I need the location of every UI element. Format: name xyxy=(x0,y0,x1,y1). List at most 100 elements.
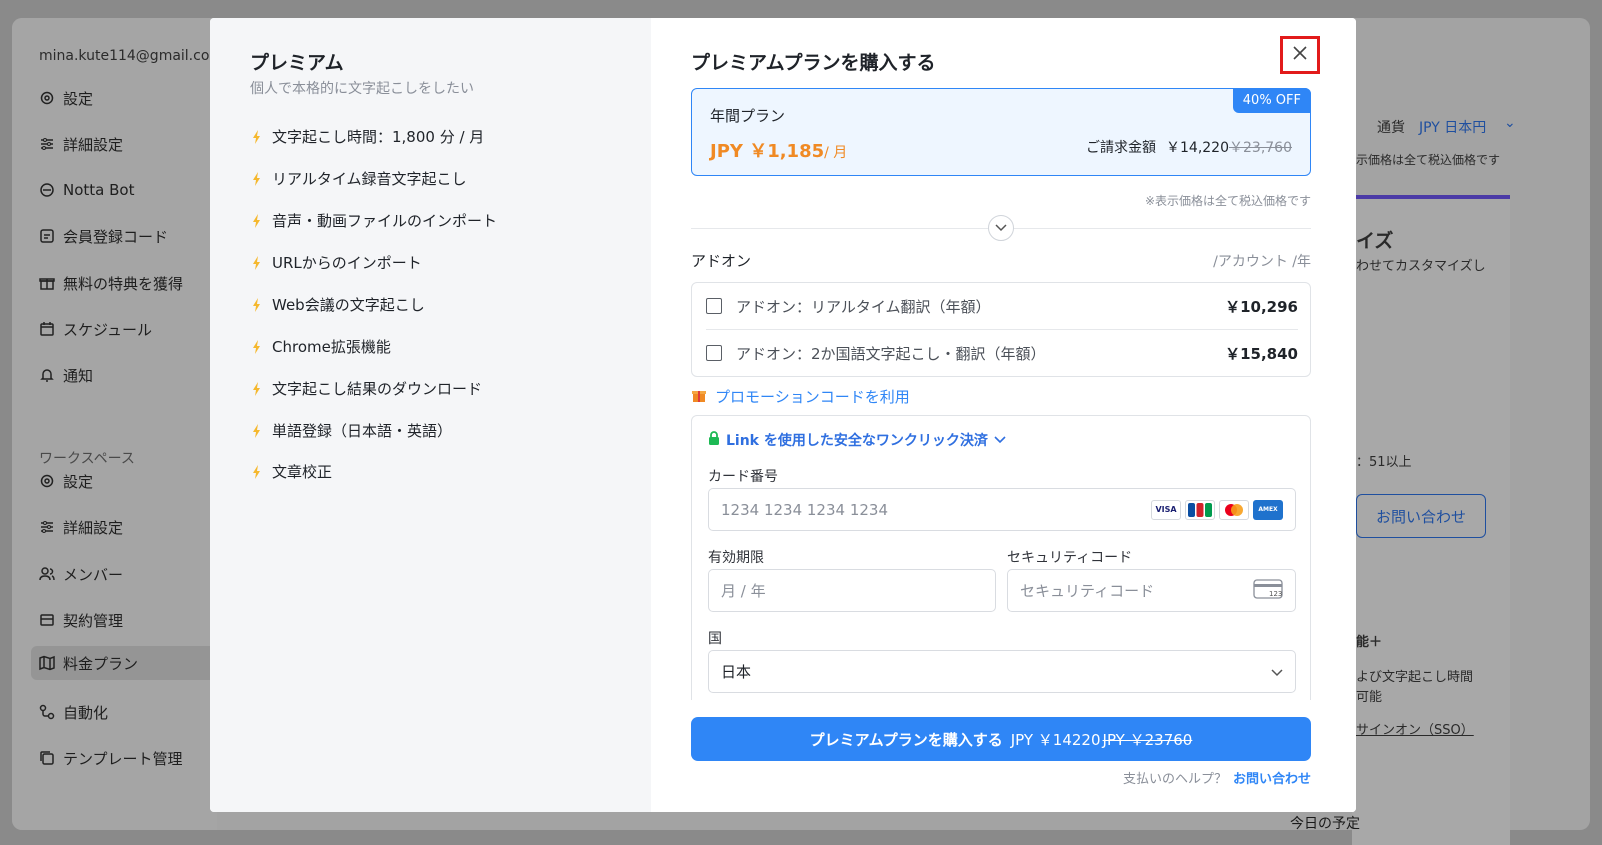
bg-contact-button[interactable]: お問い合わせ xyxy=(1356,494,1486,538)
sidebar-item-label: 自動化 xyxy=(63,703,109,722)
members-icon xyxy=(39,566,55,582)
feature-item: 文字起こし結果のダウンロード xyxy=(250,378,482,399)
plan-total: ご請求金額 ￥14,220 ￥23,760 xyxy=(1086,137,1292,157)
sidebar-item-contract[interactable]: 契約管理 xyxy=(39,603,229,637)
sliders-icon xyxy=(39,136,55,152)
feature-label: 文章校正 xyxy=(272,463,333,481)
chevron-down-icon xyxy=(994,432,1006,448)
addon-list: アドオン：リアルタイム翻訳（年額） ￥10,296 アドオン：2か国語文字起こし… xyxy=(691,282,1311,377)
country-select[interactable]: 日本 xyxy=(708,650,1296,693)
sidebar-item-pricing-plan[interactable]: 料金プラン xyxy=(31,646,231,680)
bell-icon xyxy=(39,367,55,383)
sidebar-item-notta-bot[interactable]: Notta Bot xyxy=(39,173,229,207)
bg-sso-link[interactable]: サインオン（SSO） xyxy=(1356,719,1474,738)
bolt-icon xyxy=(250,297,264,313)
jcb-icon xyxy=(1185,499,1215,520)
map-icon xyxy=(39,655,55,671)
sidebar-item-settings[interactable]: 設定 xyxy=(39,81,229,115)
addon-unit: /アカウント /年 xyxy=(1213,254,1311,270)
feature-label: Chrome拡張機能 xyxy=(272,338,391,356)
contract-icon xyxy=(39,612,55,628)
purchase-modal: プレミアム 個人で本格的に文字起こしをしたい 文字起こし時間：1,800 分 /… xyxy=(210,18,1356,812)
sidebar-item-label: 無料の特典を獲得 xyxy=(63,274,184,293)
sidebar-item-member-code[interactable]: 会員登録コード xyxy=(39,219,229,253)
amex-icon: AMEX xyxy=(1253,499,1283,520)
addon-checkbox[interactable] xyxy=(706,298,722,314)
sidebar-item-advanced-settings[interactable]: 詳細設定 xyxy=(39,127,229,161)
feature-label: URLからのインポート xyxy=(272,254,422,272)
purchase-button[interactable]: プレミアムプランを購入する JPY ￥14220 JPY ￥23760 xyxy=(691,717,1311,761)
help-contact-link[interactable]: お問い合わせ xyxy=(1233,768,1311,787)
sidebar-item-label: 料金プラン xyxy=(63,654,139,673)
bg-card-subtitle: わせてカスタマイズし xyxy=(1356,259,1486,274)
calendar-icon xyxy=(39,321,55,337)
currency-label: 通貨 xyxy=(1377,120,1405,136)
cvc-input[interactable]: セキュリティコード 123 xyxy=(1007,569,1296,612)
bolt-icon xyxy=(250,129,264,145)
sidebar-item-label: 詳細設定 xyxy=(63,135,124,154)
chevron-down-icon xyxy=(1271,663,1283,681)
bg-feature-heading: 能＋ xyxy=(1356,635,1383,650)
sidebar-item-template-management[interactable]: テンプレート管理 xyxy=(39,741,229,775)
bg-tax-note: 示価格は全て税込価格です xyxy=(1356,153,1501,167)
sidebar-item-notifications[interactable]: 通知 xyxy=(39,358,229,392)
feature-item: Chrome拡張機能 xyxy=(250,336,391,357)
link-payment-toggle[interactable]: Link を使用した安全なワンクリック決済 xyxy=(708,430,1006,450)
lock-icon xyxy=(708,431,720,449)
payment-help: 支払いのヘルプ？ お問い合わせ xyxy=(1123,768,1311,787)
sidebar-item-label: 詳細設定 xyxy=(63,518,124,537)
feature-item: 文字起こし時間：1,800 分 / 月 xyxy=(250,126,484,147)
promo-label: プロモーションコードを利用 xyxy=(715,388,910,406)
bg-card-title: イズ xyxy=(1356,230,1394,252)
svg-text:123: 123 xyxy=(1269,590,1282,598)
purchase-button-label: プレミアムプランを購入する xyxy=(809,730,1003,749)
addon-price: ￥15,840 xyxy=(1225,344,1298,363)
visa-icon: VISA xyxy=(1151,499,1181,520)
automation-icon xyxy=(39,704,55,720)
bolt-icon xyxy=(250,255,264,271)
sliders-icon xyxy=(39,519,55,535)
sidebar-item-members[interactable]: メンバー xyxy=(39,557,229,591)
chevron-down-icon xyxy=(995,220,1007,236)
plan-subtitle: 個人で本格的に文字起こしをしたい xyxy=(250,81,474,97)
addon-checkbox[interactable] xyxy=(706,345,722,361)
sidebar-item-label: 設定 xyxy=(63,89,94,108)
feature-label: 単語登録（日本語・英語） xyxy=(272,422,453,440)
sidebar-item-label: Notta Bot xyxy=(63,181,135,199)
template-icon xyxy=(39,750,55,766)
purchase-price: JPY ￥14220 xyxy=(1010,730,1101,749)
close-button[interactable] xyxy=(1280,36,1320,74)
annual-plan-card[interactable]: 40% OFF 年間プラン JPY ￥1,185/ 月 ご請求金額 ￥14,22… xyxy=(691,88,1311,176)
feature-item: Web会議の文字起こし xyxy=(250,294,425,315)
purchase-footer: プレミアムプランを購入する JPY ￥14220 JPY ￥23760 支払いの… xyxy=(651,700,1356,812)
plan-name: 年間プラン xyxy=(710,107,786,125)
sidebar-item-label: 会員登録コード xyxy=(63,227,169,246)
mastercard-icon xyxy=(1219,499,1249,520)
payment-form: Link を使用した安全なワンクリック決済 カード番号 1234 1234 12… xyxy=(691,415,1311,715)
sidebar-item-ws-settings[interactable]: 設定 xyxy=(39,464,229,498)
sidebar-item-label: 設定 xyxy=(63,472,94,491)
card-number-input[interactable]: 1234 1234 1234 1234 VISA AMEX xyxy=(708,488,1296,531)
sidebar-item-label: テンプレート管理 xyxy=(63,749,183,768)
country-value: 日本 xyxy=(721,663,752,681)
addon-bilingual-transcription[interactable]: アドオン：2か国語文字起こし・翻訳（年額） ￥15,840 xyxy=(706,330,1298,376)
sidebar-item-schedule[interactable]: スケジュール xyxy=(39,312,229,346)
sidebar-item-automation[interactable]: 自動化 xyxy=(39,695,229,729)
sidebar-item-ws-advanced-settings[interactable]: 詳細設定 xyxy=(39,510,229,544)
account-email: mina.kute114@gmail.com xyxy=(39,48,224,64)
sidebar: mina.kute114@gmail.com 設定 詳細設定 Notta Bot… xyxy=(12,18,231,830)
addon-realtime-translation[interactable]: アドオン：リアルタイム翻訳（年額） ￥10,296 xyxy=(706,283,1298,329)
gift-icon xyxy=(39,275,55,291)
gift-icon xyxy=(691,387,707,407)
sidebar-item-free-rewards[interactable]: 無料の特典を獲得 xyxy=(39,266,229,300)
expiry-input[interactable]: 月 / 年 xyxy=(708,569,996,612)
feature-item: URLからのインポート xyxy=(250,252,422,273)
expand-toggle[interactable] xyxy=(988,215,1014,241)
addon-title: アドオン xyxy=(691,252,752,270)
sidebar-item-label: 通知 xyxy=(63,366,94,385)
currency-selector[interactable]: JPY 日本円 xyxy=(1419,117,1486,137)
promo-code-link[interactable]: プロモーションコードを利用 xyxy=(691,386,910,407)
bg-feature-line: 可能 xyxy=(1356,690,1383,705)
original-total: ￥23,760 xyxy=(1229,140,1292,156)
close-icon xyxy=(1292,45,1308,65)
